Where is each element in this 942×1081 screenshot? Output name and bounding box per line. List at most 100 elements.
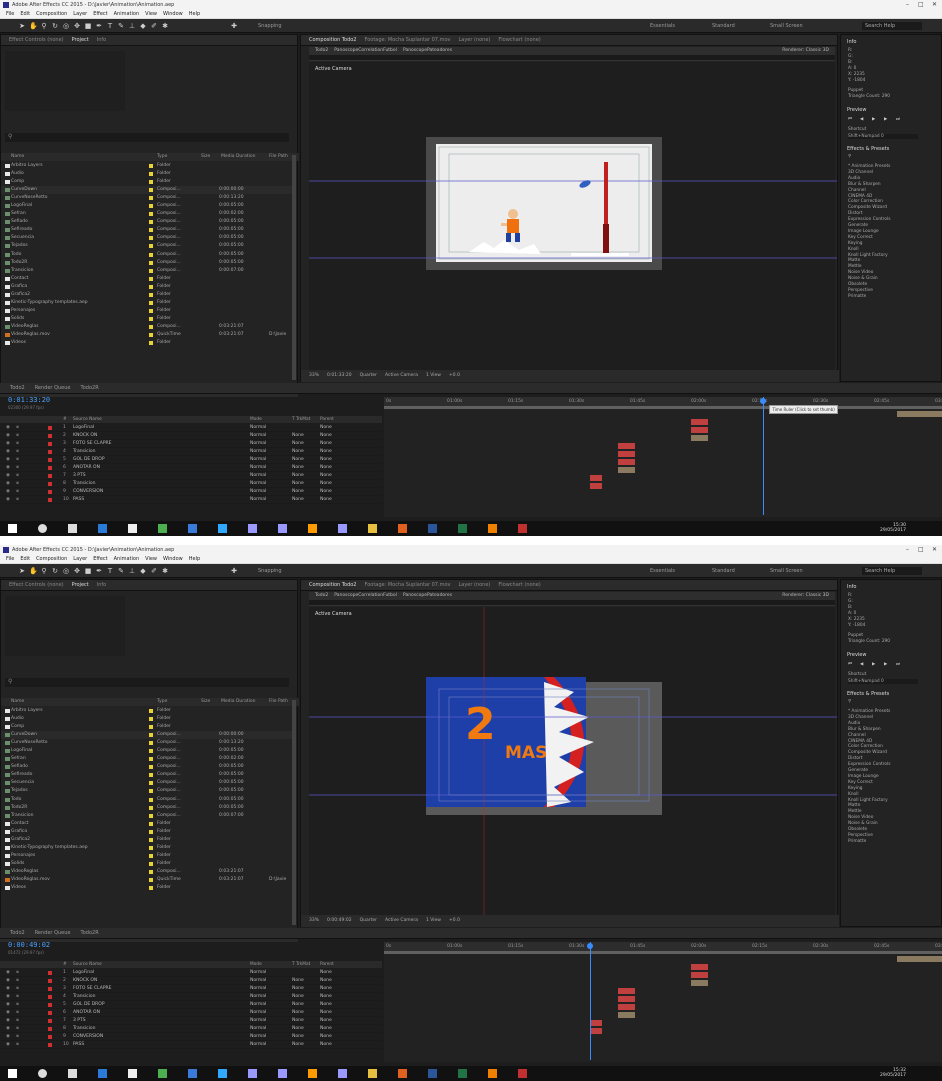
tab-info[interactable]: Info — [97, 582, 106, 588]
layer-duration-bar[interactable] — [690, 435, 708, 441]
effects-category[interactable]: Distort — [848, 756, 863, 761]
col-name[interactable]: Name — [11, 698, 24, 706]
menu-item-layer[interactable]: Layer — [73, 11, 87, 17]
layer-color-swatch[interactable] — [48, 442, 52, 446]
effects-category[interactable]: Key Correct — [848, 235, 873, 240]
label-color-swatch[interactable] — [149, 220, 153, 225]
visibility-icon[interactable]: ◉ — [6, 1025, 10, 1033]
workspace-small-screen[interactable]: Small Screen — [770, 566, 803, 576]
media-encoder-icon[interactable] — [338, 1069, 347, 1078]
effects-category[interactable]: CINEMA 4D — [848, 194, 872, 199]
firefox-icon[interactable] — [398, 1069, 407, 1078]
project-row[interactable]: Sefran Composi... 0:00:02:00 — [1, 755, 293, 763]
project-row[interactable]: LogoFinal Composi... 0:00:05:00 — [1, 747, 293, 755]
workspace-essentials[interactable]: Essentials — [650, 21, 675, 31]
effects-category[interactable]: Mettle — [848, 809, 862, 814]
project-row[interactable]: Contact Folder — [1, 275, 293, 283]
viewer-time[interactable]: 0:01:33:20 — [327, 373, 352, 378]
layer-duration-bar[interactable] — [618, 988, 636, 994]
firefox-icon[interactable] — [398, 524, 407, 533]
effects-category[interactable]: Generate — [848, 223, 868, 228]
layer-mode[interactable]: Normal — [250, 977, 266, 985]
layer-row[interactable]: ◉ ▪ 4 Transicion Normal None None — [0, 993, 382, 1001]
last-frame-icon[interactable]: ⏭ — [896, 662, 900, 667]
shortcut-select[interactable]: Shift+Numpad 0 — [848, 679, 918, 684]
layer-row[interactable]: ◉ ▪ 5 GOL DE DROP Normal None None — [0, 456, 382, 464]
layer-mode[interactable]: Normal — [250, 432, 266, 440]
time-ruler[interactable]: 0s 01:00s 01:15s 01:30s 01:45s 02:00s 02:15s 02… — [384, 942, 942, 951]
col-size[interactable]: Size — [201, 698, 210, 706]
audio-icon[interactable]: ▪ — [16, 969, 19, 977]
rotate-tool-icon[interactable]: ↻ — [51, 567, 59, 575]
layer-duration-bar[interactable] — [690, 972, 708, 978]
project-row[interactable]: CurveNoseRetto Composi... 0:00:13:20 — [1, 194, 293, 202]
minimize-icon[interactable]: – — [906, 545, 909, 555]
col-duration[interactable]: Media Duration — [221, 698, 256, 706]
label-color-swatch[interactable] — [149, 268, 153, 273]
layer-mode[interactable]: Normal — [250, 1041, 266, 1049]
layer-mode[interactable]: Normal — [250, 993, 266, 1001]
play-icon[interactable]: ▶ — [872, 662, 875, 667]
layer-mode[interactable]: Normal — [250, 1033, 266, 1041]
project-search-field[interactable]: ⚲ — [5, 133, 289, 142]
layer-duration-bar[interactable] — [618, 996, 636, 1002]
layer-row[interactable]: ◉ ▪ 9 CONVERSION Normal None None — [0, 488, 382, 496]
app-icon[interactable] — [518, 1069, 527, 1078]
layer-duration-bar[interactable] — [590, 1020, 602, 1026]
layer-row[interactable]: ◉ ▪ 6 ANOTAR ON Normal None None — [0, 1009, 382, 1017]
viewer-offset[interactable]: +0.0 — [449, 918, 460, 923]
effects-category[interactable]: Mettle — [848, 264, 862, 269]
project-row[interactable]: VideoReglas Composi... 0:03:21:07 — [1, 868, 293, 876]
menu-item-window[interactable]: Window — [163, 11, 183, 17]
label-color-swatch[interactable] — [149, 861, 153, 866]
visibility-icon[interactable]: ◉ — [6, 488, 10, 496]
col-num[interactable]: # — [63, 961, 67, 968]
project-row[interactable]: Tejados Composi... 0:00:05:00 — [1, 787, 293, 795]
layer-trkmat[interactable]: None — [292, 472, 304, 480]
label-color-swatch[interactable] — [149, 886, 153, 891]
close-icon[interactable]: ✕ — [932, 0, 937, 10]
effects-category[interactable]: Matte — [848, 258, 860, 263]
layer-mode[interactable]: Normal — [250, 1017, 266, 1025]
hand-tool-icon[interactable]: ✋ — [29, 22, 38, 30]
layer-row[interactable]: ◉ ▪ 5 GOL DE DROP Normal None None — [0, 1001, 382, 1009]
timeline-tab[interactable]: Render Queue — [35, 930, 71, 936]
tab-footage[interactable]: Footage: Mocha Suplantar 07.mov — [365, 582, 451, 588]
effects-category[interactable]: Obsolete — [848, 827, 867, 832]
project-row[interactable]: Transicion Composi... 0:00:07:00 — [1, 812, 293, 820]
menu-item-help[interactable]: Help — [189, 556, 200, 562]
effects-category[interactable]: Image Lounge — [848, 774, 879, 779]
tab-footage[interactable]: Footage: Mocha Suplantar 07.mov — [365, 37, 451, 43]
pen-tool-icon[interactable]: ✒ — [95, 22, 103, 30]
layer-row[interactable]: ◉ ▪ 9 CONVERSION Normal None None — [0, 1033, 382, 1041]
audio-icon[interactable]: ▪ — [16, 464, 19, 472]
layer-mode[interactable]: Normal — [250, 424, 266, 432]
visibility-icon[interactable]: ◉ — [6, 440, 10, 448]
layer-duration-bar[interactable] — [618, 467, 636, 473]
effects-category[interactable]: Noise Video — [848, 815, 873, 820]
puppet-pin-icon[interactable]: ✚ — [230, 567, 238, 575]
label-color-swatch[interactable] — [149, 332, 153, 337]
layer-mode[interactable]: Normal — [250, 464, 266, 472]
search-icon[interactable] — [38, 524, 47, 533]
effects-category[interactable]: Color Correction — [848, 744, 883, 749]
rotate-tool-icon[interactable]: ↻ — [51, 22, 59, 30]
col-num[interactable]: # — [63, 416, 67, 423]
tab-project[interactable]: Project — [72, 37, 89, 43]
project-row[interactable]: Arbitro Layers Folder — [1, 162, 293, 170]
hand-tool-icon[interactable]: ✋ — [29, 567, 38, 575]
project-row[interactable]: Sefran Composi... 0:00:02:00 — [1, 210, 293, 218]
project-row[interactable]: Grafica2 Folder — [1, 291, 293, 299]
current-time-display[interactable]: 0:01:33:20 — [8, 396, 50, 404]
effects-category[interactable]: Noise & Grain — [848, 821, 878, 826]
audio-icon[interactable]: ▪ — [16, 472, 19, 480]
menu-item-file[interactable]: File — [6, 556, 14, 562]
effects-search[interactable]: ⚲ — [848, 154, 851, 159]
label-color-swatch[interactable] — [149, 228, 153, 233]
project-row[interactable]: Secuencia Composi... 0:00:05:00 — [1, 234, 293, 242]
layer-row[interactable]: ◉ ▪ 7 3 PTS Normal None None — [0, 1017, 382, 1025]
effects-category[interactable]: Matte — [848, 803, 860, 808]
layer-row[interactable]: ◉ ▪ 3 FOTO SE CLAPRE Normal None None — [0, 440, 382, 448]
label-color-swatch[interactable] — [149, 773, 153, 778]
label-color-swatch[interactable] — [149, 853, 153, 858]
